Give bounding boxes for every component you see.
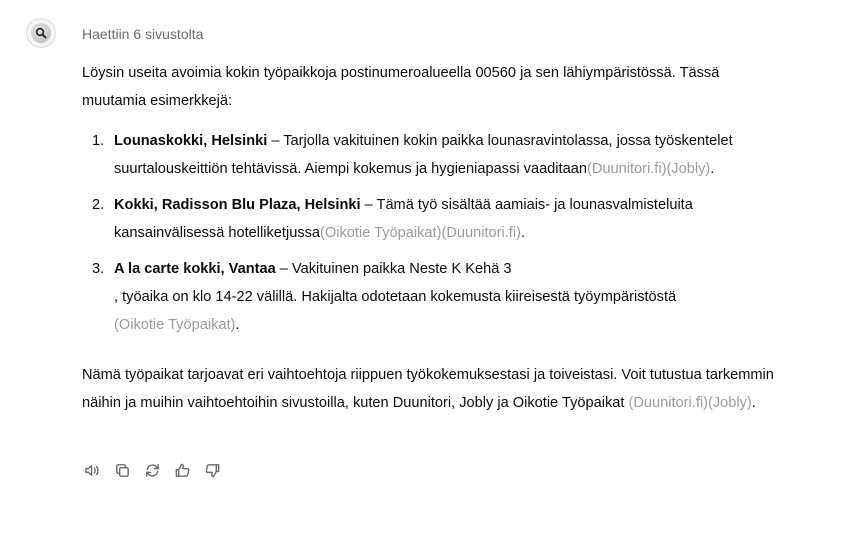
read-aloud-button[interactable]	[82, 459, 102, 481]
source-link[interactable]: (Jobly)	[708, 395, 752, 411]
list-item: 2. Kokki, Radisson Blu Plaza, Helsinki –…	[82, 191, 782, 247]
punctuation: .	[235, 317, 240, 333]
thumbs-up-icon	[175, 463, 189, 477]
source-link[interactable]: (Jobly)	[666, 161, 710, 177]
punctuation: .	[710, 161, 715, 177]
source-link[interactable]: (Oikotie Työpaikat)	[114, 317, 235, 333]
outro-paragraph: Nämä työpaikat tarjoavat eri vaihtoehtoj…	[82, 361, 782, 417]
job-title: A la carte kokki, Vantaa	[114, 261, 276, 277]
job-list: 1. Lounaskokki, Helsinki – Tarjolla vaki…	[82, 127, 782, 339]
list-item: 1. Lounaskokki, Helsinki – Tarjolla vaki…	[82, 127, 782, 183]
source-link[interactable]: (Duunitori.fi)	[629, 395, 708, 411]
refresh-icon	[145, 463, 159, 477]
job-title: Lounaskokki, Helsinki	[114, 133, 268, 149]
source-link[interactable]: (Oikotie Työpaikat)	[320, 225, 441, 241]
search-status[interactable]: Haettiin 6 sivustolta	[82, 26, 203, 42]
copy-button[interactable]	[112, 459, 132, 481]
source-link[interactable]: (Duunitori.fi)	[587, 161, 666, 177]
assistant-message: Löysin useita avoimia kokin työpaikkoja …	[82, 59, 782, 417]
search-avatar	[26, 18, 56, 48]
thumbs-down-icon	[205, 463, 219, 477]
list-item: 3. A la carte kokki, Vantaa – Vakituinen…	[82, 255, 782, 339]
list-number: 1.	[92, 133, 105, 149]
list-number: 2.	[92, 197, 105, 213]
copy-icon	[115, 463, 129, 477]
regenerate-button[interactable]	[142, 459, 162, 481]
thumbs-down-button[interactable]	[202, 459, 222, 481]
source-link[interactable]: (Duunitori.fi)	[441, 225, 520, 241]
job-title: Kokki, Radisson Blu Plaza, Helsinki	[114, 197, 361, 213]
list-number: 3.	[92, 261, 105, 277]
speaker-icon	[84, 464, 99, 476]
search-icon	[31, 23, 51, 43]
thumbs-up-button[interactable]	[172, 459, 192, 481]
job-description: – Vakituinen paikka Neste K Kehä 3	[275, 261, 512, 277]
message-actions	[82, 459, 222, 481]
job-description-cont: , työaika on klo 14-22 välillä. Hakijalt…	[114, 289, 677, 305]
punctuation: .	[520, 225, 525, 241]
intro-paragraph: Löysin useita avoimia kokin työpaikkoja …	[82, 65, 720, 109]
punctuation: .	[751, 395, 756, 411]
